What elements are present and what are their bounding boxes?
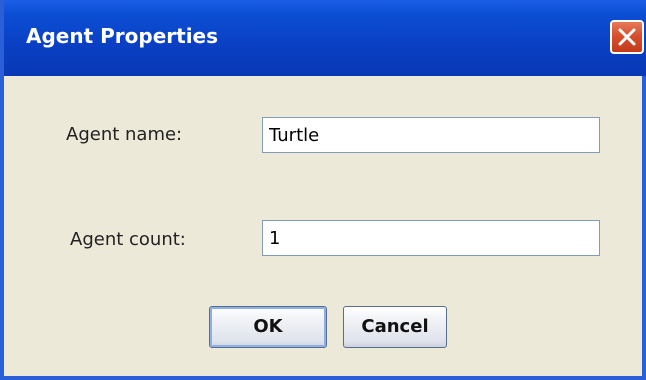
title-bar[interactable]: Agent Properties — [4, 0, 646, 76]
agent-properties-dialog: Agent Properties Agent name: Agent count… — [0, 0, 646, 380]
agent-count-label: Agent count: — [70, 229, 186, 250]
cancel-button[interactable]: Cancel — [343, 306, 447, 348]
agent-name-input[interactable] — [262, 117, 600, 153]
close-icon — [618, 28, 636, 46]
close-button[interactable] — [610, 20, 644, 54]
agent-name-label: Agent name: — [66, 124, 183, 145]
dialog-content: Agent name: Agent count: OK Cancel — [4, 76, 642, 376]
ok-button[interactable]: OK — [209, 306, 327, 348]
agent-count-input[interactable] — [262, 220, 600, 256]
dialog-title: Agent Properties — [26, 24, 219, 48]
